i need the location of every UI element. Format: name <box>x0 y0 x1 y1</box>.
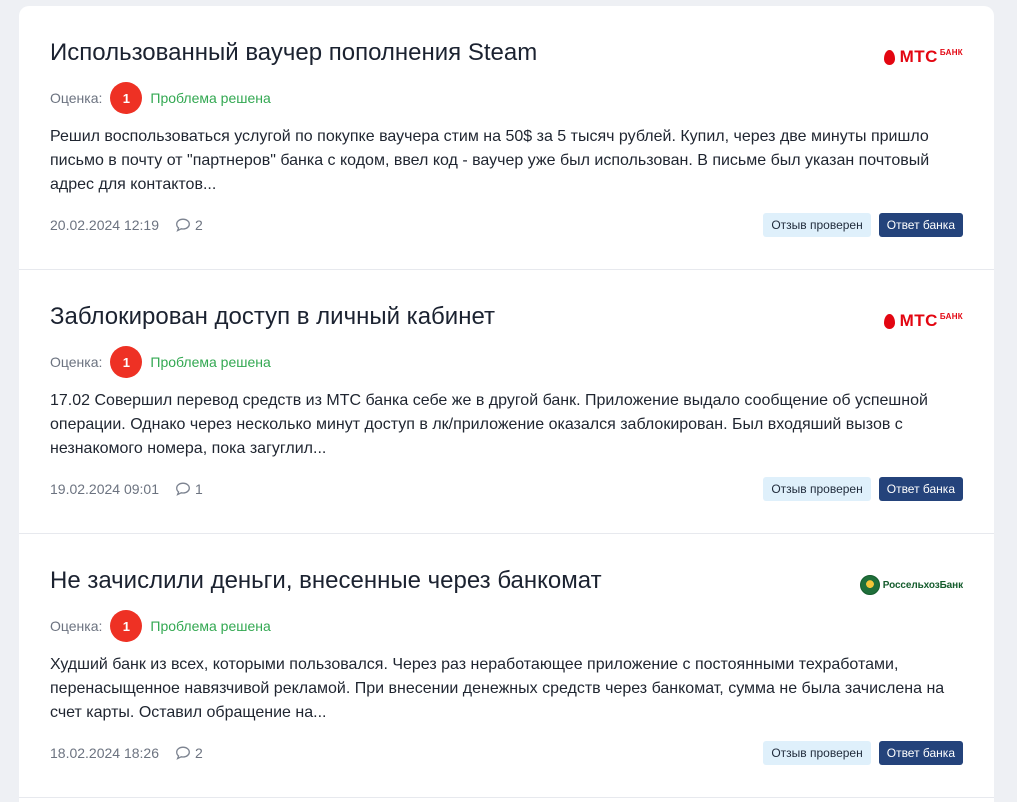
rshb-emblem-icon <box>859 575 880 595</box>
rating-badge: 1 <box>110 610 143 642</box>
rshb-logo-mark: РоссельхозБанк <box>859 575 963 595</box>
review-date: 18.02.2024 18:26 <box>50 745 159 761</box>
comment-bubble-icon <box>176 218 190 232</box>
status-resolved: Проблема решена <box>150 354 271 370</box>
mts-logo-word: МТС <box>899 47 938 66</box>
review-title[interactable]: Не зачислили деньги, внесенные через бан… <box>50 565 602 597</box>
review-body[interactable]: Решил воспользоваться услугой по покупке… <box>50 125 960 197</box>
comments-link[interactable]: 2 <box>175 745 203 761</box>
rating-badge: 1 <box>110 346 143 378</box>
tag-verified: Отзыв проверен <box>763 477 871 501</box>
rating-row: Оценка: 1 Проблема решена <box>50 82 271 114</box>
rshb-logo-word: РоссельхозБанк <box>882 579 963 591</box>
mts-logo-mark: МТС БАНК <box>883 311 963 331</box>
rating-row: Оценка: 1 Проблема решена <box>50 610 271 642</box>
tag-bank-answer[interactable]: Ответ банка <box>878 213 963 237</box>
rating-row: Оценка: 1 Проблема решена <box>50 346 271 378</box>
mts-bank-logo[interactable]: МТС БАНК <box>883 46 963 68</box>
comment-count: 2 <box>195 217 203 233</box>
review-body[interactable]: Худший банк из всех, которыми пользовалс… <box>50 653 960 725</box>
comment-bubble-icon <box>176 482 190 496</box>
mts-egg-icon <box>883 49 895 65</box>
mts-logo-word: МТС <box>899 311 938 330</box>
tag-verified: Отзыв проверен <box>763 213 871 237</box>
review-tags: Отзыв проверен Ответ банка <box>763 741 963 765</box>
review-meta: 18.02.2024 18:26 2 <box>50 743 203 763</box>
review-meta: 20.02.2024 12:19 2 <box>50 215 203 235</box>
review-title[interactable]: Заблокирован доступ в личный кабинет <box>50 301 495 333</box>
review-body[interactable]: 17.02 Совершил перевод средств из МТС ба… <box>50 389 960 461</box>
mts-egg-icon <box>883 313 895 329</box>
rating-label: Оценка: <box>50 354 103 370</box>
mts-logo-sub: БАНК <box>939 48 963 57</box>
rosselkhozbank-logo[interactable]: РоссельхозБанк <box>859 574 963 596</box>
rating-label: Оценка: <box>50 90 103 106</box>
comments-link[interactable]: 2 <box>175 217 203 233</box>
review-date: 20.02.2024 12:19 <box>50 217 159 233</box>
rating-badge: 1 <box>110 82 143 114</box>
review-tags: Отзыв проверен Ответ банка <box>763 477 963 501</box>
review-card[interactable]: Использованный ваучер пополнения Steam М… <box>19 6 994 270</box>
comment-count: 2 <box>195 745 203 761</box>
review-tags: Отзыв проверен Ответ банка <box>763 213 963 237</box>
review-date: 19.02.2024 09:01 <box>50 481 159 497</box>
review-title[interactable]: Использованный ваучер пополнения Steam <box>50 37 537 69</box>
review-meta: 19.02.2024 09:01 1 <box>50 479 203 499</box>
comment-bubble-icon <box>176 746 190 760</box>
tag-bank-answer[interactable]: Ответ банка <box>878 477 963 501</box>
tag-bank-answer[interactable]: Ответ банка <box>878 741 963 765</box>
comments-link[interactable]: 1 <box>175 481 203 497</box>
status-resolved: Проблема решена <box>150 90 271 106</box>
rating-label: Оценка: <box>50 618 103 634</box>
review-card[interactable]: Не зачислили деньги, внесенные через бан… <box>19 534 994 798</box>
comment-count: 1 <box>195 481 203 497</box>
tag-verified: Отзыв проверен <box>763 741 871 765</box>
mts-logo-sub: БАНК <box>939 312 963 321</box>
mts-logo-mark: МТС БАНК <box>883 47 963 67</box>
review-card[interactable]: Заблокирован доступ в личный кабинет МТС… <box>19 270 994 534</box>
status-resolved: Проблема решена <box>150 618 271 634</box>
mts-bank-logo[interactable]: МТС БАНК <box>883 310 963 332</box>
reviews-panel: Использованный ваучер пополнения Steam М… <box>19 6 994 802</box>
